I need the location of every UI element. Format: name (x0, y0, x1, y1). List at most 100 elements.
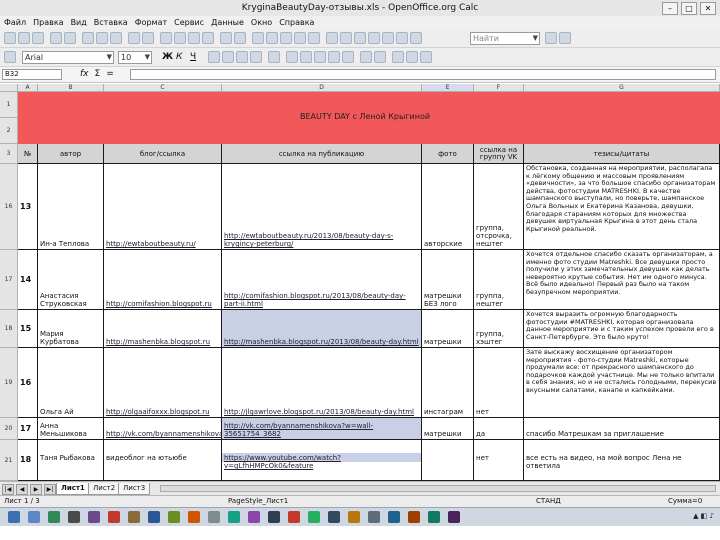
header-thesis[interactable]: тезисы/цитаты (524, 144, 720, 164)
column-header-a[interactable]: A (18, 84, 38, 92)
cell-num[interactable]: 15 (18, 310, 38, 348)
font-color-icon[interactable] (420, 51, 432, 63)
header-blog[interactable]: блог/ссылка (104, 144, 222, 164)
delete-decimal-icon[interactable] (342, 51, 354, 63)
cell-blog[interactable]: http://vk.com/byannamenshikova (104, 418, 222, 440)
cell-photo[interactable]: матрешки БЕЗ лого (422, 250, 474, 310)
background-color-icon[interactable] (406, 51, 418, 63)
row-header-1[interactable]: 1 (0, 92, 18, 118)
header-author[interactable]: автор (38, 144, 104, 164)
chart-icon[interactable] (294, 32, 306, 44)
cell-photo[interactable]: матрешки (422, 418, 474, 440)
cell-blog[interactable]: http://ewtaboutbeauty.ru/ (104, 164, 222, 250)
taskbar-app-icon[interactable] (248, 511, 260, 523)
column-header-g[interactable]: G (524, 84, 720, 92)
align-right-icon[interactable] (236, 51, 248, 63)
header-num[interactable]: № (18, 144, 38, 164)
cell-num[interactable]: 17 (18, 418, 38, 440)
navigator-icon[interactable] (354, 32, 366, 44)
row-header-21[interactable]: 21 (0, 440, 18, 481)
cell-link[interactable]: http://ewtaboutbeauty.ru/2013/08/beauty-… (222, 164, 422, 250)
formula-input[interactable] (130, 69, 716, 80)
merge-cells-icon[interactable] (268, 51, 280, 63)
add-decimal-icon[interactable] (328, 51, 340, 63)
cell-vk[interactable]: да (474, 418, 524, 440)
taskbar-app-icon[interactable] (148, 511, 160, 523)
row-header-18[interactable]: 18 (0, 310, 18, 348)
hyperlink-icon[interactable] (252, 32, 264, 44)
cell-num[interactable]: 18 (18, 440, 38, 481)
cell-vk[interactable]: группа, отсрочка, нештег (474, 164, 524, 250)
name-box[interactable]: B32 (2, 69, 62, 80)
taskbar-app-icon[interactable] (128, 511, 140, 523)
column-header-c[interactable]: C (104, 84, 222, 92)
copy-icon[interactable] (174, 32, 186, 44)
taskbar-app-icon[interactable] (88, 511, 100, 523)
taskbar-app-icon[interactable] (188, 511, 200, 523)
cell-thesis[interactable]: Обстановка, созданная на мероприятии, ра… (524, 164, 720, 250)
start-icon[interactable] (8, 511, 20, 523)
cut-icon[interactable] (160, 32, 172, 44)
standard-format-icon[interactable] (314, 51, 326, 63)
column-header-f[interactable]: F (474, 84, 524, 92)
header-vk[interactable]: ссылка на группу VK (474, 144, 524, 164)
undo-icon[interactable] (220, 32, 232, 44)
taskbar-app-icon[interactable] (328, 511, 340, 523)
row-header-20[interactable]: 20 (0, 418, 18, 440)
increase-indent-icon[interactable] (374, 51, 386, 63)
cell-author[interactable]: Ин-а Теплова (38, 164, 104, 250)
edit-file-icon[interactable] (64, 32, 76, 44)
paste-icon[interactable] (188, 32, 200, 44)
taskbar-app-icon[interactable] (308, 511, 320, 523)
save-icon[interactable] (32, 32, 44, 44)
mail-icon[interactable] (50, 32, 62, 44)
search-input[interactable]: Найти ▼ (470, 32, 540, 45)
underline-button[interactable]: Ч (190, 52, 196, 62)
align-left-icon[interactable] (208, 51, 220, 63)
header-photo[interactable]: фото (422, 144, 474, 164)
percent-icon[interactable] (300, 51, 312, 63)
cell-photo[interactable]: матрешки (422, 310, 474, 348)
column-header-d[interactable]: D (222, 84, 422, 92)
cell-vk[interactable]: группа, нештег (474, 250, 524, 310)
taskbar-app-icon[interactable] (28, 511, 40, 523)
cell-thesis[interactable]: Хочется выразить огромную благодарность … (524, 310, 720, 348)
column-header-b[interactable]: B (38, 84, 104, 92)
bold-button[interactable]: Ж (162, 52, 173, 62)
equals-icon[interactable]: = (106, 69, 114, 79)
taskbar-app-icon[interactable] (108, 511, 120, 523)
taskbar-app-icon[interactable] (448, 511, 460, 523)
menu-data[interactable]: Данные (211, 16, 244, 29)
pivot-table-icon[interactable] (308, 32, 320, 44)
taskbar-app-icon[interactable] (228, 511, 240, 523)
menu-tools[interactable]: Сервис (174, 16, 204, 29)
maximize-icon[interactable]: □ (681, 2, 697, 15)
taskbar-app-icon[interactable] (368, 511, 380, 523)
menu-file[interactable]: Файл (4, 16, 26, 29)
prev-sheet-icon[interactable]: ◀ (16, 484, 28, 495)
find-replace-icon[interactable] (340, 32, 352, 44)
cell-thesis[interactable]: Хочется отдельное спасибо сказать органи… (524, 250, 720, 310)
cell-blog[interactable]: http://mashenbka.blogspot.ru (104, 310, 222, 348)
cell-photo[interactable]: инстаграм (422, 348, 474, 418)
cell-link[interactable]: http://mashenbka.blogspot.ru/2013/08/bea… (222, 310, 422, 348)
gallery-icon[interactable] (368, 32, 380, 44)
sort-asc-icon[interactable] (266, 32, 278, 44)
menu-view[interactable]: Вид (71, 16, 87, 29)
font-size-select[interactable]: 10 ▼ (118, 51, 152, 64)
menu-window[interactable]: Окно (251, 16, 272, 29)
open-icon[interactable] (18, 32, 30, 44)
borders-icon[interactable] (392, 51, 404, 63)
menu-insert[interactable]: Вставка (94, 16, 128, 29)
taskbar-app-icon[interactable] (268, 511, 280, 523)
taskbar-app-icon[interactable] (208, 511, 220, 523)
find-previous-icon[interactable] (559, 32, 571, 44)
italic-button[interactable]: К (176, 52, 182, 62)
horizontal-scrollbar[interactable] (160, 485, 716, 492)
cell-thesis[interactable]: спасибо Матрешкам за приглашение (524, 418, 720, 440)
chevron-down-icon[interactable]: ▼ (107, 52, 112, 63)
cell-photo[interactable]: авторские (422, 164, 474, 250)
show-draw-icon[interactable] (326, 32, 338, 44)
taskbar-app-icon[interactable] (408, 511, 420, 523)
justify-icon[interactable] (250, 51, 262, 63)
